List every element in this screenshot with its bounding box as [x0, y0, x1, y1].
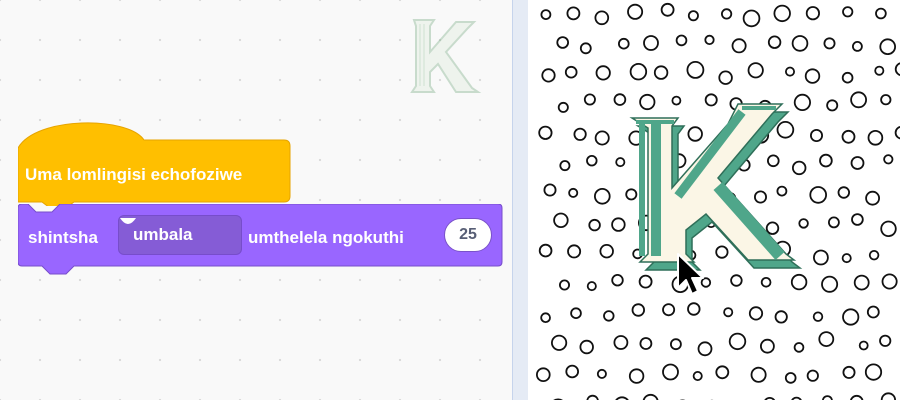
effect-dropdown-value: umbala	[133, 225, 193, 244]
change-effect-block[interactable]: shintsha umbala umthelela ngokuthi 25	[18, 204, 504, 280]
chevron-down-icon	[120, 218, 136, 224]
code-workspace[interactable]: Uma lomlingisi echofoziwe shintsha umbal…	[0, 0, 512, 400]
workspace-stage-divider	[512, 0, 528, 400]
sprite-k[interactable]	[528, 0, 900, 400]
change-effect-prefix: shintsha	[28, 228, 98, 247]
mouse-pointer-icon	[677, 253, 704, 295]
stage[interactable]	[528, 0, 900, 400]
hat-block-label: Uma lomlingisi echofoziwe	[25, 165, 243, 184]
effect-amount-input[interactable]: 25	[444, 218, 492, 252]
change-effect-suffix: umthelela ngokuthi	[248, 228, 404, 247]
sprite-watermark-icon	[410, 19, 482, 93]
when-sprite-clicked-hat-block[interactable]: Uma lomlingisi echofoziwe	[18, 122, 291, 206]
effect-dropdown[interactable]: umbala	[118, 215, 242, 255]
